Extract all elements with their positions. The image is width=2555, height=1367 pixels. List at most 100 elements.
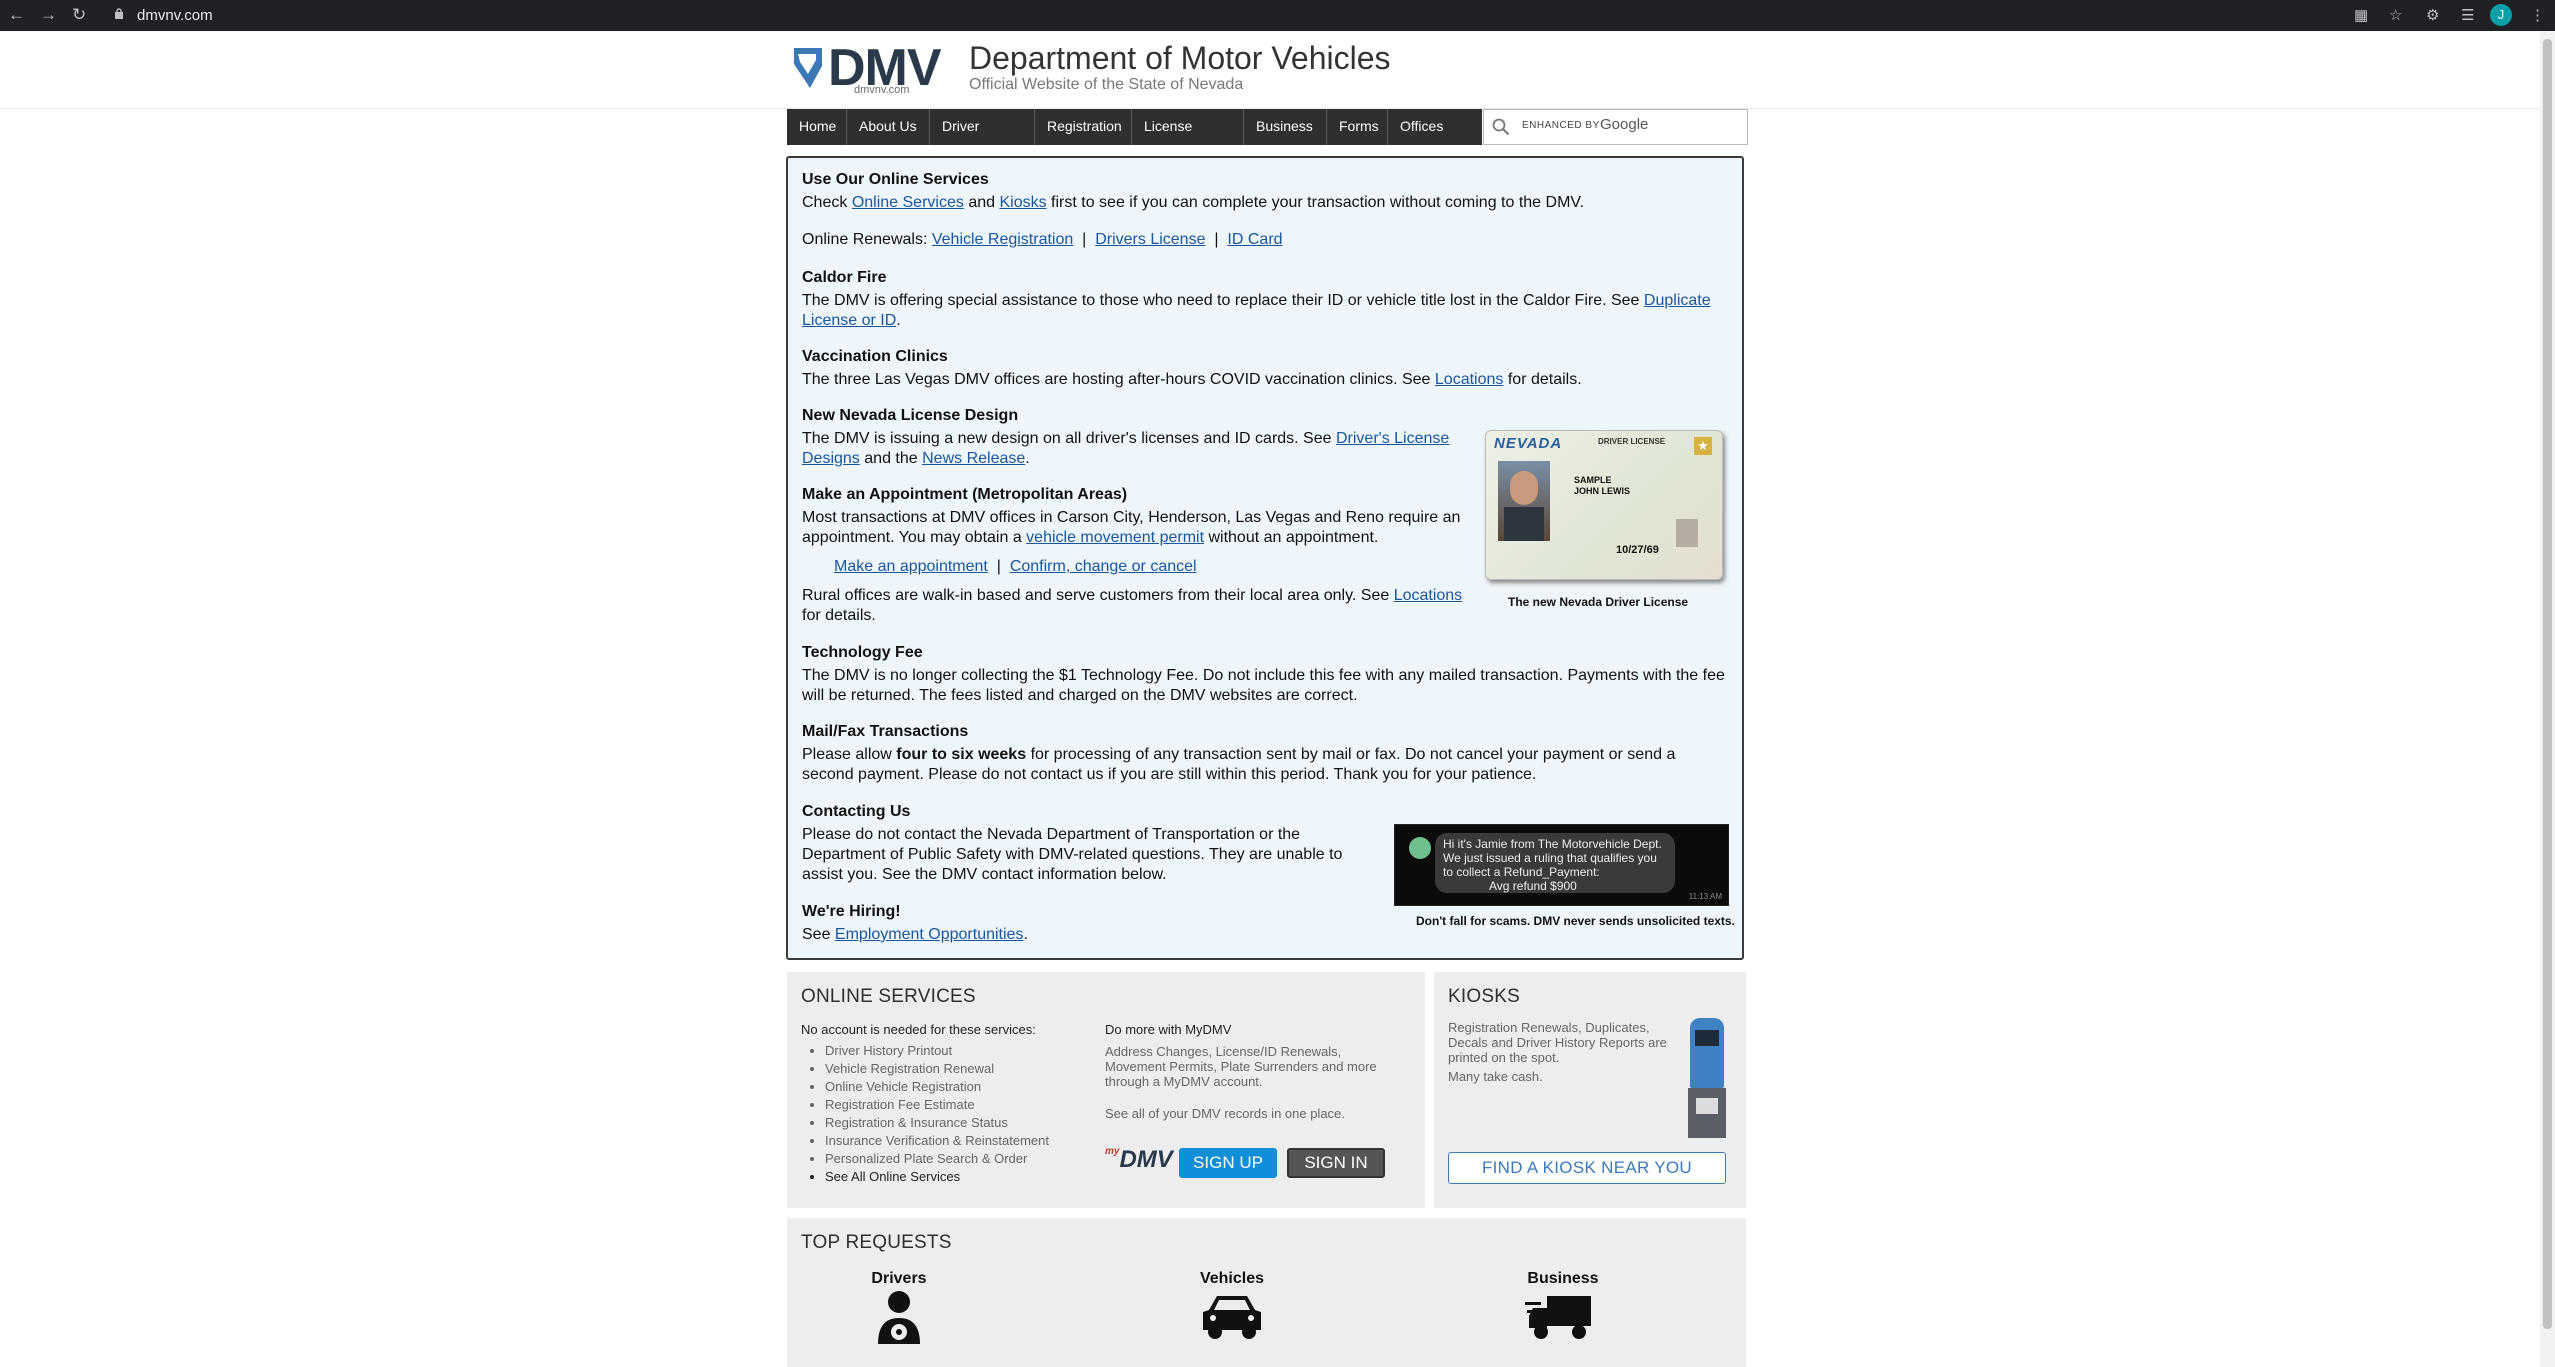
main-nav: Home About Us Driver License Registratio… — [787, 109, 1482, 168]
star-badge-icon: ★ — [1694, 437, 1712, 455]
qr-icon[interactable]: ▦ — [2354, 6, 2368, 24]
contacting-text-1: Please do not contact the Nevada Departm… — [802, 826, 1301, 843]
kiosks-link[interactable]: Kiosks — [999, 194, 1046, 211]
rural-locations-link[interactable]: Locations — [1394, 587, 1463, 604]
extensions-icon[interactable]: ⚙ — [2426, 6, 2439, 24]
media-icon[interactable]: ☰ — [2461, 6, 2474, 24]
vehicle-registration-link[interactable]: Vehicle Registration — [932, 231, 1073, 248]
caldor-heading: Caldor Fire — [802, 269, 887, 286]
contacting-text-2: Department of Public Safety with DMV-rel… — [802, 846, 1343, 863]
license-design-text: The DMV is issuing a new design on all d… — [802, 430, 1450, 467]
page-scrollbar[interactable] — [2540, 31, 2555, 1367]
technology-fee-text-2: will be returned. The fees listed and ch… — [802, 687, 1358, 704]
nav-driver-license[interactable]: Driver License — [930, 109, 1035, 168]
reload-icon[interactable]: ↻ — [72, 6, 86, 24]
no-account-label: No account is needed for these services: — [801, 1022, 1036, 1037]
mydmv-heading: Do more with MyDMV — [1105, 1022, 1232, 1037]
sign-in-button[interactable]: SIGN IN — [1287, 1148, 1385, 1178]
license-card-caption: The new Nevada Driver License — [1508, 595, 1689, 609]
online-renewals: Online Renewals: Vehicle Registration | … — [802, 231, 1283, 248]
online-services-panel: ONLINE SERVICES No account is needed for… — [787, 972, 1425, 1208]
top-request-vehicles[interactable]: Vehicles — [1182, 1270, 1282, 1349]
online-services-text: Check Online Services and Kiosks first t… — [802, 194, 1585, 211]
nevada-shape-icon — [794, 48, 822, 88]
kiosks-title: KIOSKS — [1448, 986, 1520, 1007]
address-bar[interactable]: dmvnv.com — [137, 7, 213, 24]
employment-link[interactable]: Employment Opportunities — [835, 926, 1024, 943]
mail-fax-text-1: Please allow four to six weeks for proce… — [802, 746, 1676, 763]
mail-fax-text-2: second payment. Please do not contact us… — [802, 766, 1537, 783]
online-services-link[interactable]: Online Services — [852, 194, 964, 211]
movement-permit-link[interactable]: vehicle movement permit — [1026, 529, 1204, 546]
license-card-image[interactable]: NEVADA DRIVER LICENSE ★ SAMPLE JOHN LEWI… — [1485, 430, 1723, 580]
service-online-registration[interactable]: Online Vehicle Registration — [825, 1078, 1049, 1096]
online-services-heading: Use Our Online Services — [802, 171, 989, 188]
appointment-text-1: Most transactions at DMV offices in Cars… — [802, 509, 1461, 526]
ghost-photo — [1676, 519, 1698, 547]
news-release-link[interactable]: News Release — [922, 450, 1025, 467]
top-request-drivers[interactable]: Drivers — [849, 1270, 949, 1349]
forward-icon[interactable]: → — [40, 6, 57, 24]
find-kiosk-button[interactable]: FIND A KIOSK NEAR YOU — [1448, 1152, 1726, 1184]
caldor-text: The DMV is offering special assistance t… — [802, 292, 1711, 329]
sign-up-button[interactable]: SIGN UP — [1179, 1148, 1277, 1178]
truck-icon — [1525, 1296, 1591, 1339]
star-icon[interactable]: ☆ — [2389, 6, 2402, 24]
rural-offices-text: Rural offices are walk-in based and serv… — [802, 587, 1463, 624]
service-driver-history[interactable]: Driver History Printout — [825, 1042, 1049, 1060]
driver-icon — [878, 1291, 920, 1344]
vaccination-text: The three Las Vegas DMV offices are host… — [802, 371, 1582, 388]
locations-link[interactable]: Locations — [1435, 371, 1504, 388]
kiosks-text: Registration Renewals, Duplicates, Decal… — [1448, 1020, 1667, 1065]
nav-business[interactable]: Business — [1244, 109, 1327, 145]
nav-offices[interactable]: Offices — [1388, 109, 1482, 145]
online-services-title: ONLINE SERVICES — [801, 986, 976, 1007]
service-insurance-verification[interactable]: Insurance Verification & Reinstatement — [825, 1132, 1049, 1150]
appointment-text-2: appointment. You may obtain a vehicle mo… — [802, 529, 1379, 546]
kiosk-machine-image — [1684, 1018, 1728, 1138]
page-title: Department of Motor Vehicles — [969, 40, 1391, 76]
page-subtitle: Official Website of the State of Nevada — [969, 76, 1244, 93]
confirm-change-cancel-link[interactable]: Confirm, change or cancel — [1010, 558, 1197, 575]
contacting-text-3: assist you. See the DMV contact informat… — [802, 866, 1167, 883]
id-card-link[interactable]: ID Card — [1227, 231, 1282, 248]
profile-avatar[interactable]: J — [2490, 4, 2512, 26]
nav-home[interactable]: Home — [787, 109, 847, 145]
make-appointment-link[interactable]: Make an appointment — [834, 558, 988, 575]
top-requests-panel: TOP REQUESTS Drivers Vehicles Business — [787, 1218, 1746, 1367]
appointment-links: Make an appointment | Confirm, change or… — [834, 558, 1197, 575]
dmv-logo[interactable]: DMV dmvnv.com — [790, 42, 942, 97]
scam-text-image: Hi it's Jamie from The Motorvehicle Dept… — [1394, 824, 1729, 906]
nav-forms[interactable]: Forms — [1327, 109, 1388, 145]
kiosks-cash: Many take cash. — [1448, 1069, 1543, 1084]
service-see-all[interactable]: See All Online Services — [825, 1168, 1049, 1186]
browser-toolbar: ← → ↻ dmvnv.com ▦ ☆ ⚙ ☰ J ⋮ — [0, 0, 2555, 31]
announcements-box: Use Our Online Services Check Online Ser… — [786, 156, 1744, 960]
menu-icon[interactable]: ⋮ — [2530, 6, 2545, 24]
search-input[interactable]: ENHANCED BY Google — [1483, 109, 1748, 145]
scam-caption: Don't fall for scams. DMV never sends un… — [1416, 914, 1735, 928]
service-registration-renewal[interactable]: Vehicle Registration Renewal — [825, 1060, 1049, 1078]
service-fee-estimate[interactable]: Registration Fee Estimate — [825, 1096, 1049, 1114]
hiring-text: See Employment Opportunities. — [802, 926, 1028, 943]
mydmv-records: See all of your DMV records in one place… — [1105, 1106, 1345, 1121]
nav-license-plates[interactable]: License Plates — [1132, 109, 1244, 168]
nav-registration[interactable]: Registration — [1035, 109, 1132, 145]
drivers-license-link[interactable]: Drivers License — [1095, 231, 1205, 248]
portrait-photo — [1498, 461, 1550, 541]
mydmv-text: Address Changes, License/ID Renewals, Mo… — [1105, 1044, 1377, 1089]
lock-icon — [115, 8, 123, 19]
service-insurance-status[interactable]: Registration & Insurance Status — [825, 1114, 1049, 1132]
kiosks-panel: KIOSKS Registration Renewals, Duplicates… — [1434, 972, 1746, 1208]
top-request-business[interactable]: Business — [1513, 1270, 1613, 1349]
nav-about-us[interactable]: About Us — [847, 109, 930, 145]
appointment-heading: Make an Appointment (Metropolitan Areas) — [802, 486, 1128, 503]
search-icon — [1492, 118, 1510, 136]
service-plate-search[interactable]: Personalized Plate Search & Order — [825, 1150, 1049, 1168]
car-icon — [1203, 1296, 1261, 1339]
technology-fee-text-1: The DMV is no longer collecting the $1 T… — [802, 667, 1725, 684]
top-requests-title: TOP REQUESTS — [801, 1232, 952, 1253]
sender-avatar-icon — [1409, 837, 1431, 859]
back-icon[interactable]: ← — [8, 6, 25, 24]
license-design-heading: New Nevada License Design — [802, 407, 1019, 424]
